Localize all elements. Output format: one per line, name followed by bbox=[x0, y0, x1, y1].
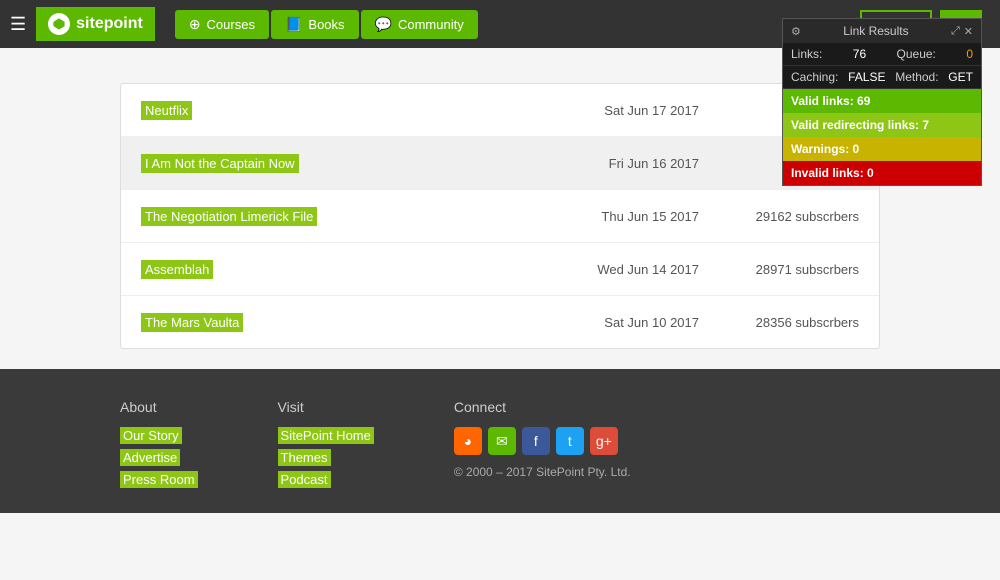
valid-links-stat: Valid links: 69 bbox=[783, 89, 981, 113]
row-date: Sat Jun 10 2017 bbox=[569, 315, 699, 330]
articles-table: Neutflix Sat Jun 17 2017 2967 I Am Not t… bbox=[120, 83, 880, 349]
row-title: The Negotiation Limerick File bbox=[141, 208, 569, 224]
menu-icon[interactable]: ☰ bbox=[10, 14, 26, 35]
nav-books-label: Books bbox=[308, 17, 344, 32]
footer-sitepoint-home[interactable]: SitePoint Home bbox=[278, 427, 374, 444]
caching-label: Caching: bbox=[791, 70, 838, 84]
footer-press-room[interactable]: Press Room bbox=[120, 471, 198, 488]
nav-books[interactable]: 📘 Books bbox=[271, 10, 359, 39]
nav-community[interactable]: 💬 Community bbox=[361, 10, 478, 39]
community-icon: 💬 bbox=[375, 16, 392, 33]
logo[interactable]: sitepoint bbox=[36, 7, 155, 41]
gplus-icon[interactable]: g+ bbox=[590, 427, 618, 455]
facebook-icon[interactable]: f bbox=[522, 427, 550, 455]
table-row: The Negotiation Limerick File Thu Jun 15… bbox=[121, 190, 879, 243]
article-link[interactable]: The Negotiation Limerick File bbox=[141, 207, 317, 226]
twitter-icon[interactable]: t bbox=[556, 427, 584, 455]
row-date: Thu Jun 15 2017 bbox=[569, 209, 699, 224]
footer: About Our Story Advertise Press Room Vis… bbox=[0, 369, 1000, 513]
table-row: Assemblah Wed Jun 14 2017 28971 subscrbe… bbox=[121, 243, 879, 296]
table-row: Neutflix Sat Jun 17 2017 2967 bbox=[121, 84, 879, 137]
courses-icon: ⊕ bbox=[189, 16, 201, 33]
panel-header: ⚙ Link Results ⤢ ✕ bbox=[783, 19, 981, 43]
panel-links-row: Links: 76 Queue: 0 bbox=[783, 43, 981, 66]
panel-close-icon[interactable]: ✕ bbox=[964, 25, 973, 38]
link-results-panel: ⚙ Link Results ⤢ ✕ Links: 76 Queue: 0 Ca… bbox=[782, 18, 982, 186]
rss-icon[interactable]: ◕ bbox=[454, 427, 482, 455]
row-title: Assemblah bbox=[141, 261, 569, 277]
footer-visit: Visit SitePoint Home Themes Podcast bbox=[278, 399, 374, 493]
article-link[interactable]: The Mars Vaulta bbox=[141, 313, 243, 332]
queue-value: 0 bbox=[966, 47, 973, 61]
method-value: GET bbox=[948, 70, 973, 84]
footer-about: About Our Story Advertise Press Room bbox=[120, 399, 198, 493]
nav-courses[interactable]: ⊕ Courses bbox=[175, 10, 269, 39]
row-title: Neutflix bbox=[141, 102, 569, 118]
links-label: Links: bbox=[791, 47, 822, 61]
article-link[interactable]: I Am Not the Captain Now bbox=[141, 154, 299, 173]
invalid-links-stat: Invalid links: 0 bbox=[783, 161, 981, 185]
logo-icon bbox=[48, 13, 70, 35]
row-date: Wed Jun 14 2017 bbox=[569, 262, 699, 277]
social-icons: ◕ ✉ f t g+ bbox=[454, 427, 631, 455]
gear-icon[interactable]: ⚙ bbox=[791, 25, 801, 38]
footer-podcast[interactable]: Podcast bbox=[278, 471, 331, 488]
footer-our-story[interactable]: Our Story bbox=[120, 427, 182, 444]
books-icon: 📘 bbox=[285, 16, 302, 33]
row-date: Fri Jun 16 2017 bbox=[569, 156, 699, 171]
article-link[interactable]: Neutflix bbox=[141, 101, 192, 120]
panel-resize-icon[interactable]: ⤢ bbox=[951, 25, 960, 38]
table-row: The Mars Vaulta Sat Jun 10 2017 28356 su… bbox=[121, 296, 879, 348]
footer-about-heading: About bbox=[120, 399, 198, 415]
method-label: Method: bbox=[895, 70, 938, 84]
article-link[interactable]: Assemblah bbox=[141, 260, 213, 279]
nav-items: ⊕ Courses 📘 Books 💬 Community bbox=[175, 10, 861, 39]
logo-text: sitepoint bbox=[76, 15, 143, 33]
links-value: 76 bbox=[853, 47, 866, 61]
footer-advertise[interactable]: Advertise bbox=[120, 449, 180, 466]
email-icon[interactable]: ✉ bbox=[488, 427, 516, 455]
footer-visit-heading: Visit bbox=[278, 399, 374, 415]
caching-value: FALSE bbox=[848, 70, 885, 84]
panel-caching-row: Caching: FALSE Method: GET bbox=[783, 66, 981, 89]
row-title: I Am Not the Captain Now bbox=[141, 155, 569, 171]
queue-label: Queue: bbox=[897, 47, 936, 61]
row-date: Sat Jun 17 2017 bbox=[569, 103, 699, 118]
row-title: The Mars Vaulta bbox=[141, 314, 569, 330]
warnings-stat: Warnings: 0 bbox=[783, 137, 981, 161]
valid-redirecting-stat: Valid redirecting links: 7 bbox=[783, 113, 981, 137]
nav-courses-label: Courses bbox=[207, 17, 255, 32]
copyright: © 2000 – 2017 SitePoint Pty. Ltd. bbox=[454, 465, 631, 479]
row-subscribers: 29162 subscrbers bbox=[729, 209, 859, 224]
footer-themes[interactable]: Themes bbox=[278, 449, 331, 466]
row-subscribers: 28356 subscrbers bbox=[729, 315, 859, 330]
footer-connect-heading: Connect bbox=[454, 399, 631, 415]
table-row: I Am Not the Captain Now Fri Jun 16 2017… bbox=[121, 137, 879, 190]
nav-community-label: Community bbox=[398, 17, 464, 32]
footer-connect: Connect ◕ ✉ f t g+ © 2000 – 2017 SitePoi… bbox=[454, 399, 631, 493]
row-subscribers: 28971 subscrbers bbox=[729, 262, 859, 277]
panel-title: Link Results bbox=[801, 24, 951, 38]
